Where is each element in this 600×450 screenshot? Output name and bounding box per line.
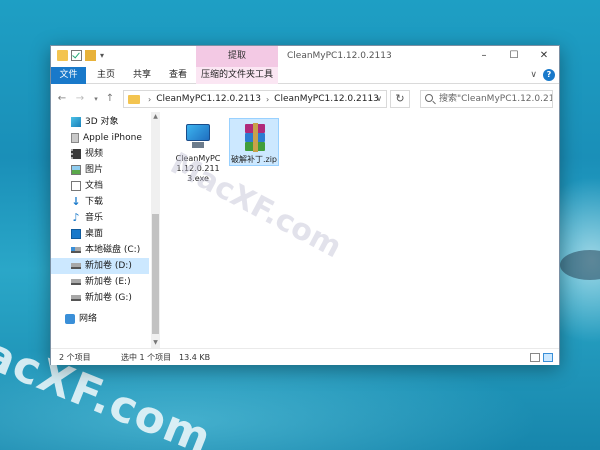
address-bar[interactable]: › CleanMyPC1.12.0.2113 › CleanMyPC1.12.0… [123, 90, 387, 108]
music-icon: ♪ [72, 211, 80, 224]
drive-c-icon [71, 247, 81, 253]
nav-scrollbar[interactable]: ▲ ▼ [151, 112, 160, 348]
breadcrumb-separator-icon[interactable]: › [266, 95, 269, 104]
explorer-window: ▾ 提取 CleanMyPC1.12.0.2113 – ☐ ✕ 文件 主页 共享… [50, 45, 560, 365]
folder-icon [128, 94, 140, 104]
cube-icon [71, 117, 81, 127]
nav-item-label: 文档 [85, 181, 104, 191]
nav-item-apple-iphone[interactable]: Apple iPhone [71, 130, 149, 146]
address-row: ← → ▾ ↑ › CleanMyPC1.12.0.2113 › CleanMy… [51, 86, 559, 112]
help-icon[interactable]: ? [543, 69, 555, 81]
title-bar: ▾ 提取 CleanMyPC1.12.0.2113 – ☐ ✕ [51, 46, 559, 67]
nav-item-label: 桌面 [85, 229, 104, 239]
scroll-down-icon[interactable]: ▼ [151, 338, 160, 348]
nav-item-network[interactable]: 网络 [65, 311, 143, 327]
nav-item-label: 新加卷 (E:) [85, 277, 131, 287]
drive-icon [71, 279, 81, 285]
status-selected: 选中 1 个项目 [121, 353, 172, 362]
nav-item-label: 图片 [85, 165, 104, 175]
nav-item-3d-objects[interactable]: 3D 对象 [71, 114, 149, 130]
scroll-thumb[interactable] [152, 214, 159, 334]
nav-item-label: 新加卷 (D:) [85, 261, 132, 271]
status-item-count: 2 个项目 [59, 353, 91, 362]
nav-item-videos[interactable]: 视频 [71, 146, 149, 162]
nav-item-label: 视频 [85, 149, 104, 159]
installer-icon [183, 122, 213, 152]
address-dropdown-icon[interactable]: ∨ [376, 94, 382, 103]
nav-item-music[interactable]: ♪ 音乐 [71, 210, 149, 226]
drive-icon [71, 295, 81, 301]
desktop-icon [71, 229, 81, 239]
nav-item-drive-g[interactable]: 新加卷 (G:) [71, 290, 149, 306]
nav-item-drive-c[interactable]: 本地磁盘 (C:) [71, 242, 149, 258]
status-size: 13.4 KB [179, 353, 211, 362]
view-buttons [530, 353, 553, 362]
chevron-down-icon[interactable]: ∨ [530, 70, 537, 80]
refresh-button[interactable]: ↻ [390, 90, 410, 108]
nav-item-label: 本地磁盘 (C:) [85, 245, 141, 255]
download-icon: ↓ [71, 195, 81, 208]
recent-locations-button[interactable]: ▾ [89, 91, 103, 107]
file-name: 破解补丁.zip [230, 155, 278, 164]
ribbon-tabs: 文件 主页 共享 查看 压缩的文件夹工具 ∨ ? [51, 67, 559, 84]
breadcrumb-item[interactable]: CleanMyPC1.12.0.2113 [274, 94, 379, 104]
status-bar: 2 个项目 选中 1 个项目 13.4 KB [51, 348, 559, 365]
properties-check-icon[interactable] [71, 50, 82, 61]
folder-icon[interactable] [57, 50, 68, 61]
tab-share[interactable]: 共享 [125, 67, 159, 84]
drive-icon [71, 263, 81, 269]
search-placeholder: 搜索"CleanMyPC1.12.0.21... [439, 94, 553, 104]
window-title: CleanMyPC1.12.0.2113 [287, 51, 392, 61]
file-name: CleanMyPC1.12.0.2113.exe [175, 154, 221, 183]
nav-item-label: 3D 对象 [85, 117, 119, 127]
forward-button[interactable]: → [73, 91, 87, 107]
caption-buttons: – ☐ ✕ [469, 46, 559, 67]
minimize-button[interactable]: – [469, 46, 499, 67]
navigation-pane: 3D 对象 Apple iPhone 视频 图片 文档 ↓ 下载 ♪ 音乐 桌面 [51, 112, 151, 348]
phone-icon [71, 133, 79, 143]
nav-item-label: 下载 [85, 197, 104, 207]
breadcrumb-item[interactable]: CleanMyPC1.12.0.2113 [156, 94, 261, 104]
close-button[interactable]: ✕ [529, 46, 559, 67]
nav-item-label: Apple iPhone [83, 133, 142, 143]
context-tab-extract[interactable]: 提取 [196, 46, 278, 67]
nav-item-desktop[interactable]: 桌面 [71, 226, 149, 242]
maximize-button[interactable]: ☐ [499, 46, 529, 67]
quick-access-toolbar: ▾ [57, 50, 104, 61]
network-icon [65, 314, 75, 324]
nav-item-label: 网络 [79, 314, 98, 324]
breadcrumb-separator-icon[interactable]: › [148, 95, 151, 104]
new-folder-icon[interactable] [85, 50, 96, 61]
up-button[interactable]: ↑ [103, 91, 117, 107]
tab-file[interactable]: 文件 [51, 67, 86, 84]
nav-item-pictures[interactable]: 图片 [71, 162, 149, 178]
picture-icon [71, 165, 81, 175]
large-icons-view-icon[interactable] [543, 353, 553, 362]
back-button[interactable]: ← [55, 91, 69, 107]
winrar-archive-icon [239, 123, 269, 153]
file-list: CleanMyPC1.12.0.2113.exe 破解补丁.zip [161, 112, 559, 348]
ribbon-controls: ∨ ? [530, 69, 555, 81]
details-view-icon[interactable] [530, 353, 540, 362]
tab-view[interactable]: 查看 [161, 67, 195, 84]
tab-compressed-folder-tools[interactable]: 压缩的文件夹工具 [196, 67, 278, 84]
search-icon [425, 94, 433, 102]
nav-item-drive-e[interactable]: 新加卷 (E:) [71, 274, 149, 290]
video-icon [71, 149, 81, 159]
nav-item-label: 音乐 [85, 213, 104, 223]
file-item[interactable]: CleanMyPC1.12.0.2113.exe [173, 118, 223, 184]
document-icon [71, 181, 81, 191]
nav-item-drive-d[interactable]: 新加卷 (D:) [51, 258, 149, 274]
file-item[interactable]: 破解补丁.zip [229, 118, 279, 166]
nav-item-label: 新加卷 (G:) [85, 293, 132, 303]
nav-item-downloads[interactable]: ↓ 下载 [71, 194, 149, 210]
tab-home[interactable]: 主页 [89, 67, 123, 84]
search-input[interactable]: 搜索"CleanMyPC1.12.0.21... [420, 90, 553, 108]
qat-dropdown-icon[interactable]: ▾ [100, 51, 104, 60]
scroll-up-icon[interactable]: ▲ [151, 112, 160, 122]
nav-item-documents[interactable]: 文档 [71, 178, 149, 194]
